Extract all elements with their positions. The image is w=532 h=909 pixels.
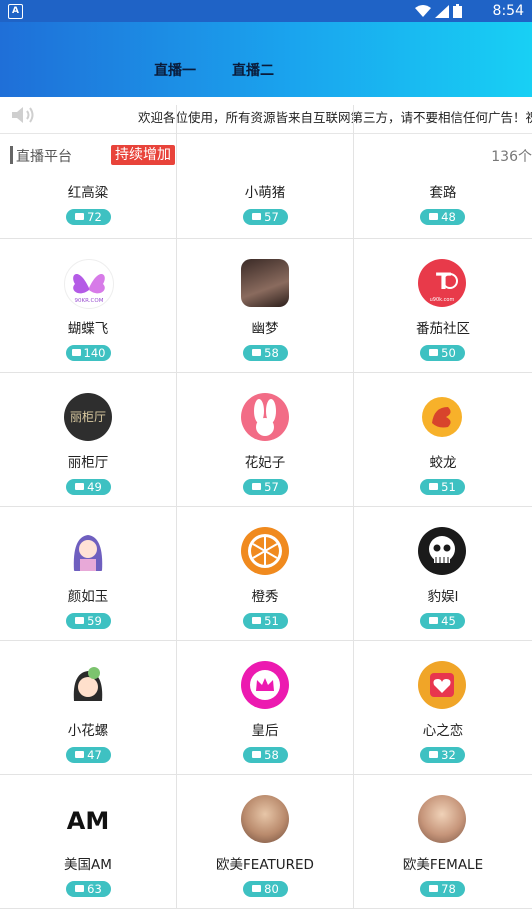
- viewer-count-pill: 51: [420, 479, 465, 495]
- orange-slice-icon: [241, 527, 289, 575]
- platform-name: 蛟龙: [429, 455, 457, 471]
- platform-card[interactable]: AM 美国AM 63: [0, 775, 177, 909]
- platform-name: 丽柜厅: [67, 455, 109, 471]
- photo-avatar-icon: [241, 795, 289, 843]
- video-icon: [252, 483, 262, 490]
- video-icon: [429, 349, 439, 356]
- anime-girl-icon: [64, 527, 112, 575]
- video-icon: [252, 349, 262, 356]
- rabbit-logo-icon: [241, 393, 289, 441]
- skull-logo-icon: [418, 527, 466, 575]
- viewer-count-pill: 80: [243, 881, 288, 897]
- svg-text:AM: AM: [67, 807, 109, 835]
- platform-card[interactable]: 小萌猪 57: [177, 105, 354, 239]
- platform-name: 橙秀: [251, 589, 279, 605]
- svg-text:90KR.COM: 90KR.COM: [75, 298, 104, 304]
- platform-name: 蝴蝶飞: [67, 321, 109, 337]
- photo-avatar-icon: [418, 795, 466, 843]
- platform-card[interactable]: 幽梦 58: [177, 239, 354, 373]
- viewer-count-pill: 78: [420, 881, 465, 897]
- viewer-count-pill: 50: [420, 345, 465, 361]
- video-icon: [429, 617, 439, 624]
- platform-name: 欧美FEATURED: [216, 857, 314, 873]
- platform-name: 红高粱: [67, 185, 109, 201]
- platform-card[interactable]: T u90k.com 番茄社区 50: [354, 239, 532, 373]
- video-icon: [71, 349, 81, 356]
- platform-card[interactable]: 小花螺 47: [0, 641, 177, 775]
- viewer-count-pill: 32: [420, 747, 465, 763]
- viewer-count-pill: 45: [420, 613, 465, 629]
- platform-card[interactable]: 90KR.COM 蝴蝶飞 140: [0, 239, 177, 373]
- butterfly-logo-icon: 90KR.COM: [64, 259, 114, 309]
- am-logo-icon: AM: [64, 795, 112, 843]
- viewer-count-pill: 57: [243, 209, 288, 225]
- viewer-count-pill: 72: [66, 209, 111, 225]
- platform-name: 欧美FEMALE: [402, 857, 484, 873]
- video-icon: [75, 751, 85, 758]
- header-banner: 直播一 直播二: [0, 22, 532, 97]
- platform-card[interactable]: 皇后 58: [177, 641, 354, 775]
- wifi-icon: [415, 4, 431, 17]
- platform-card[interactable]: 橙秀 51: [177, 507, 354, 641]
- status-time: 8:54: [492, 3, 524, 19]
- platform-name: 幽梦: [251, 321, 279, 337]
- video-icon: [429, 483, 439, 490]
- viewer-count-pill: 58: [243, 747, 288, 763]
- signal-icon: [435, 4, 449, 18]
- video-icon: [75, 617, 85, 624]
- platform-card[interactable]: 欧美FEATURED 80: [177, 775, 354, 909]
- platform-card[interactable]: 蛟龙 51: [354, 373, 532, 507]
- viewer-count-pill: 47: [66, 747, 111, 763]
- platform-name: 皇后: [251, 723, 279, 739]
- video-icon: [252, 751, 262, 758]
- platform-card[interactable]: 红高粱 72: [0, 105, 177, 239]
- battery-icon: [453, 4, 462, 18]
- video-icon: [75, 213, 85, 220]
- platform-name: 套路: [429, 185, 457, 201]
- status-bar: A 8:54: [0, 0, 532, 22]
- tab-live-2[interactable]: 直播二: [232, 60, 274, 80]
- platform-card[interactable]: 花妃子 57: [177, 373, 354, 507]
- viewer-count-pill: 59: [66, 613, 111, 629]
- svg-text:丽柜厅: 丽柜厅: [70, 410, 106, 424]
- svg-text:u90k.com: u90k.com: [430, 297, 455, 303]
- status-icons: [415, 4, 462, 18]
- dragon-logo-icon: [418, 393, 466, 441]
- heart-logo-icon: [418, 661, 466, 709]
- platform-name: 心之恋: [422, 723, 464, 739]
- video-icon: [75, 483, 85, 490]
- crown-logo-icon: [241, 661, 289, 709]
- viewer-count-pill: 51: [243, 613, 288, 629]
- viewer-count-pill: 57: [243, 479, 288, 495]
- cartoon-girl-icon: [64, 661, 112, 709]
- platform-name: 小花螺: [67, 723, 109, 739]
- photo-avatar-icon: [241, 259, 289, 307]
- video-icon: [252, 617, 262, 624]
- platform-name: 小萌猪: [244, 185, 286, 201]
- viewer-count-pill: 63: [66, 881, 111, 897]
- video-icon: [429, 751, 439, 758]
- platform-name: 豹娱l: [427, 589, 459, 605]
- platform-card[interactable]: 欧美FEMALE 78: [354, 775, 532, 909]
- tab-live-1[interactable]: 直播一: [154, 60, 196, 80]
- viewer-count-pill: 48: [420, 209, 465, 225]
- viewer-count-pill: 140: [66, 345, 111, 361]
- app-notification-icon: A: [8, 4, 23, 19]
- viewer-count-pill: 49: [66, 479, 111, 495]
- viewer-count-pill: 58: [243, 345, 288, 361]
- platform-card[interactable]: 心之恋 32: [354, 641, 532, 775]
- platform-name: 花妃子: [244, 455, 286, 471]
- platform-card[interactable]: 颜如玉 59: [0, 507, 177, 641]
- text-logo-icon: 丽柜厅: [64, 393, 112, 441]
- video-icon: [252, 213, 262, 220]
- platform-card[interactable]: 丽柜厅 丽柜厅 49: [0, 373, 177, 507]
- platform-name: 颜如玉: [67, 589, 109, 605]
- tomato-logo-icon: T u90k.com: [418, 259, 466, 307]
- platform-name: 番茄社区: [416, 321, 470, 337]
- platform-card[interactable]: 套路 48: [354, 105, 532, 239]
- video-icon: [429, 213, 439, 220]
- platform-name: 美国AM: [64, 857, 112, 873]
- platform-card[interactable]: 豹娱l 45: [354, 507, 532, 641]
